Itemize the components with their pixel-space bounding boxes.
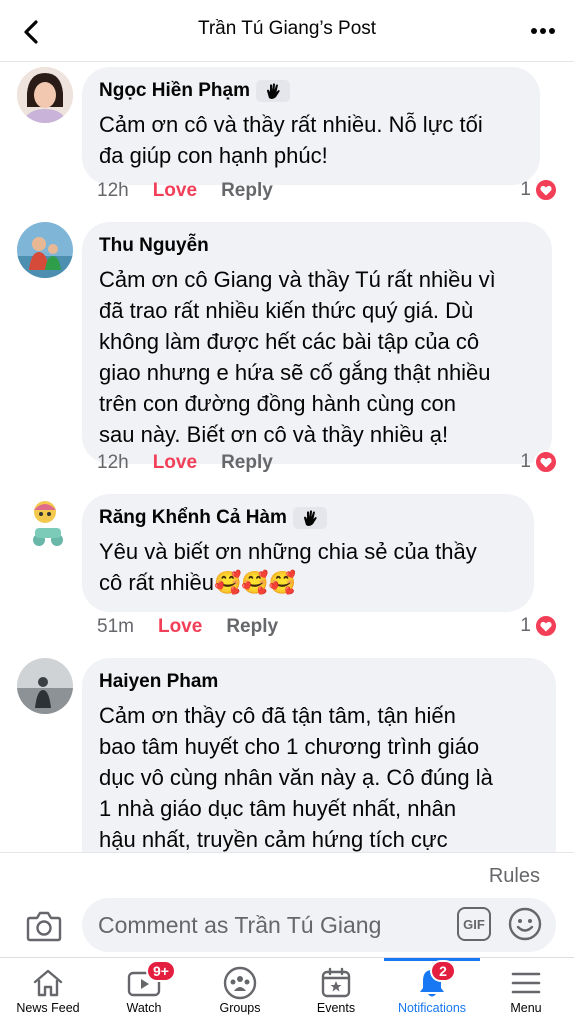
emoji-button[interactable] (507, 906, 543, 942)
post-header: Trần Tú Giang’s Post (0, 0, 574, 62)
heart-reaction-icon (534, 178, 558, 202)
reaction-number: 1 (520, 179, 531, 200)
comment-author[interactable]: Răng Khểnh Cả Hàm (99, 507, 287, 529)
love-button[interactable]: Love (153, 452, 197, 474)
reply-button[interactable]: Reply (221, 452, 273, 474)
heart-reaction-icon (534, 450, 558, 474)
reaction-number: 1 (520, 615, 531, 636)
tab-watch[interactable]: 9+ Watch (96, 958, 192, 1021)
page-title: Trần Tú Giang’s Post (197, 18, 377, 39)
heart-reaction-icon (534, 614, 558, 638)
tab-label: News Feed (16, 1001, 80, 1015)
tab-label: Events (316, 1001, 356, 1015)
love-button[interactable]: Love (153, 180, 197, 202)
comment-text: Yêu và biết ơn những chia sẻ của thầy cô… (99, 539, 477, 595)
smiley-icon (508, 907, 542, 941)
watch-badge: 9+ (146, 960, 176, 982)
wave-hand-icon (266, 83, 280, 99)
tab-menu[interactable]: Menu (478, 958, 574, 1021)
groups-icon (223, 966, 257, 1000)
avatar-image (17, 658, 73, 714)
rules-bar: Rules (0, 852, 574, 896)
wave-badge (292, 507, 327, 529)
comment-composer: GIF (0, 896, 574, 958)
tab-label: Notifications (397, 1001, 467, 1015)
comments-list[interactable]: Ngọc Hiền Phạm Cảm ơn cô và thầy rất nhi… (0, 62, 574, 852)
tab-label: Groups (219, 1001, 261, 1015)
avatar-image (17, 222, 73, 278)
home-icon (33, 969, 63, 997)
avatar[interactable] (17, 658, 73, 714)
avatar[interactable] (17, 222, 73, 278)
comment-actions: 12h Love Reply (97, 180, 273, 202)
comment-bubble[interactable]: Haiyen Pham Cảm ơn thầy cô đã tận tâm, t… (82, 658, 556, 852)
reply-button[interactable]: Reply (221, 180, 273, 202)
comment-bubble[interactable]: Răng Khểnh Cả Hàm Yêu và biết ơn những c… (82, 494, 534, 612)
wave-hand-icon (303, 510, 317, 526)
comment-bubble[interactable]: Ngọc Hiền Phạm Cảm ơn cô và thầy rất nhi… (82, 67, 540, 185)
tab-label: Menu (510, 1001, 542, 1015)
comment-actions: 51m Love Reply (97, 616, 278, 638)
comment-text: Cảm ơn thầy cô đã tận tâm, tận hiến bao … (99, 703, 493, 852)
gif-button[interactable]: GIF (457, 907, 491, 941)
active-tab-indicator (384, 958, 480, 961)
tab-events[interactable]: Events (288, 958, 384, 1021)
avatar[interactable] (17, 494, 73, 550)
hamburger-icon (511, 972, 541, 994)
reply-button[interactable]: Reply (226, 616, 278, 638)
tab-label: Watch (126, 1001, 162, 1015)
comment-author[interactable]: Haiyen Pham (99, 671, 218, 693)
rules-link[interactable]: Rules (489, 865, 540, 888)
avatar-image (17, 494, 73, 550)
more-dots-icon (531, 28, 555, 34)
avatar-image (17, 67, 73, 123)
notifications-badge: 2 (430, 960, 456, 982)
camera-button[interactable] (24, 906, 64, 946)
bottom-tab-bar: News Feed 9+ Watch Groups Events 2 Notif… (0, 958, 574, 1021)
camera-icon (26, 911, 62, 942)
comment-time[interactable]: 51m (97, 616, 134, 638)
calendar-star-icon (321, 967, 351, 998)
comment-author[interactable]: Thu Nguyễn (99, 235, 209, 257)
reaction-count[interactable]: 1 (520, 178, 558, 202)
love-button[interactable]: Love (158, 616, 202, 638)
tab-news-feed[interactable]: News Feed (0, 958, 96, 1021)
reaction-count[interactable]: 1 (520, 614, 558, 638)
comment-bubble[interactable]: Thu Nguyễn Cảm ơn cô Giang và thầy Tú rấ… (82, 222, 552, 464)
comment-actions: 12h Love Reply (97, 452, 273, 474)
reaction-number: 1 (520, 451, 531, 472)
reaction-count[interactable]: 1 (520, 450, 558, 474)
comment-time[interactable]: 12h (97, 180, 129, 202)
comment-time[interactable]: 12h (97, 452, 129, 474)
comment-author[interactable]: Ngọc Hiền Phạm (99, 80, 250, 102)
avatar[interactable] (17, 67, 73, 123)
comment-text: Cảm ơn cô và thầy rất nhiều. Nỗ lực tối … (99, 112, 483, 168)
tab-notifications[interactable]: 2 Notifications (384, 958, 480, 1021)
tab-groups[interactable]: Groups (192, 958, 288, 1021)
more-options-button[interactable] (526, 16, 560, 46)
comment-text: Cảm ơn cô Giang và thầy Tú rất nhiều vì … (99, 267, 496, 447)
wave-badge (255, 80, 290, 102)
